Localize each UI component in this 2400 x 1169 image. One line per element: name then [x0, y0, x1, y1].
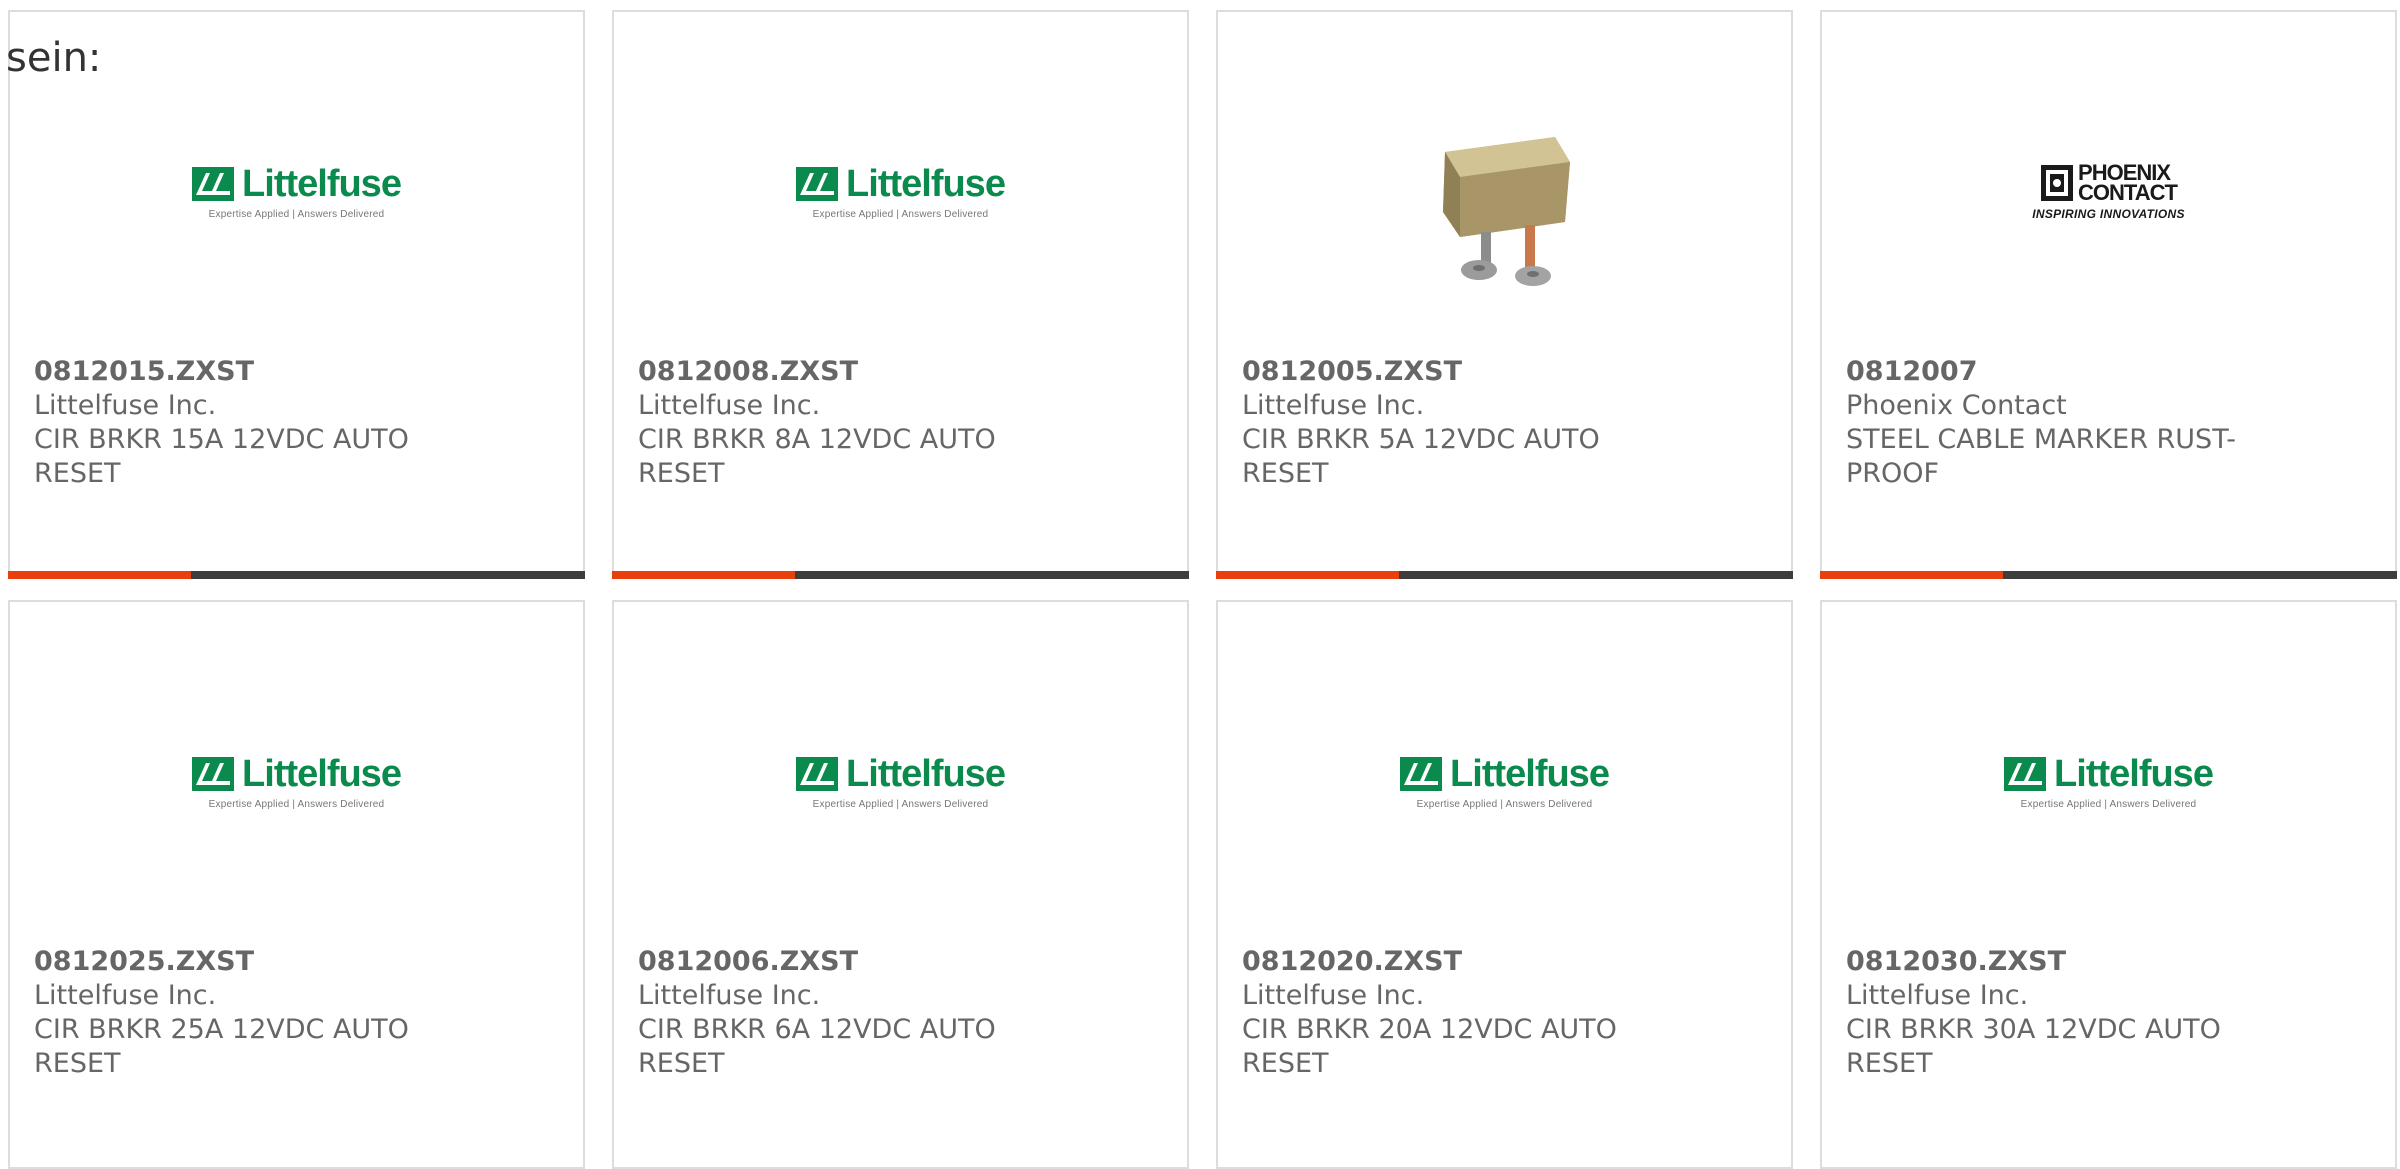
circuit-breaker-photo — [1404, 92, 1605, 292]
product-info: 0812030.ZXST Littelfuse Inc. CIR BRKR 30… — [1846, 945, 2266, 1081]
manufacturer: Littelfuse Inc. — [34, 390, 217, 421]
part-number[interactable]: 0812007 — [1846, 355, 2266, 389]
description: CIR BRKR 20A 12VDC AUTO RESET — [1242, 1014, 1617, 1079]
product-info: 0812006.ZXST Littelfuse Inc. CIR BRKR 6A… — [638, 945, 1058, 1081]
description: CIR BRKR 25A 12VDC AUTO RESET — [34, 1014, 409, 1079]
description: STEEL CABLE MARKER RUST-PROOF — [1846, 424, 2236, 489]
description: CIR BRKR 5A 12VDC AUTO RESET — [1242, 424, 1600, 489]
product-card[interactable]: Littelfuse Expertise Applied | Answers D… — [612, 600, 1189, 1169]
product-image[interactable]: Littelfuse Expertise Applied | Answers D… — [1822, 672, 2395, 892]
product-info: 0812015.ZXST Littelfuse Inc. CIR BRKR 15… — [34, 355, 454, 491]
product-card[interactable]: Littelfuse Expertise Applied | Answers D… — [1820, 600, 2397, 1169]
littelfuse-logo: Littelfuse Expertise Applied | Answers D… — [796, 755, 1006, 810]
littelfuse-logo: Littelfuse Expertise Applied | Answers D… — [2004, 755, 2214, 810]
product-image[interactable]: PHOENIX CONTACT INSPIRING INNOVATIONS — [1822, 82, 2395, 302]
product-card[interactable]: 0812005.ZXST Littelfuse Inc. CIR BRKR 5A… — [1216, 10, 1793, 579]
card-bottom-bar — [8, 571, 585, 579]
manufacturer: Littelfuse Inc. — [638, 980, 821, 1011]
part-number[interactable]: 0812006.ZXST — [638, 945, 1058, 979]
part-number[interactable]: 0812015.ZXST — [34, 355, 454, 389]
product-image[interactable]: Littelfuse Expertise Applied | Answers D… — [614, 82, 1187, 302]
littelfuse-mark-icon — [192, 756, 235, 791]
manufacturer: Littelfuse Inc. — [34, 980, 217, 1011]
littelfuse-mark-icon — [2004, 756, 2047, 791]
product-info: 0812005.ZXST Littelfuse Inc. CIR BRKR 5A… — [1242, 355, 1662, 491]
product-image[interactable]: Littelfuse Expertise Applied | Answers D… — [1218, 672, 1791, 892]
card-bottom-bar — [1216, 571, 1793, 579]
part-number[interactable]: 0812020.ZXST — [1242, 945, 1662, 979]
product-card[interactable]: Littelfuse Expertise Applied | Answers D… — [1216, 600, 1793, 1169]
description: CIR BRKR 8A 12VDC AUTO RESET — [638, 424, 996, 489]
phoenix-contact-logo: PHOENIX CONTACT INSPIRING INNOVATIONS — [2032, 160, 2185, 222]
littelfuse-mark-icon — [192, 166, 235, 201]
product-card[interactable]: Littelfuse Expertise Applied | Answers D… — [8, 10, 585, 579]
description: CIR BRKR 15A 12VDC AUTO RESET — [34, 424, 409, 489]
phoenix-mark-icon — [2041, 165, 2074, 201]
part-number[interactable]: 0812008.ZXST — [638, 355, 1058, 389]
product-image[interactable]: Littelfuse Expertise Applied | Answers D… — [10, 672, 583, 892]
product-image[interactable] — [1218, 82, 1791, 302]
manufacturer: Littelfuse Inc. — [1242, 980, 1425, 1011]
product-info: 0812008.ZXST Littelfuse Inc. CIR BRKR 8A… — [638, 355, 1058, 491]
manufacturer: Littelfuse Inc. — [1242, 390, 1425, 421]
littelfuse-logo: Littelfuse Expertise Applied | Answers D… — [192, 755, 402, 810]
part-number[interactable]: 0812005.ZXST — [1242, 355, 1662, 389]
part-number[interactable]: 0812030.ZXST — [1846, 945, 2266, 979]
card-bottom-bar — [1820, 571, 2397, 579]
manufacturer: Littelfuse Inc. — [1846, 980, 2029, 1011]
manufacturer: Littelfuse Inc. — [638, 390, 821, 421]
product-image[interactable]: Littelfuse Expertise Applied | Answers D… — [614, 672, 1187, 892]
littelfuse-logo: Littelfuse Expertise Applied | Answers D… — [796, 165, 1006, 220]
product-info: 0812007 Phoenix Contact STEEL CABLE MARK… — [1846, 355, 2266, 491]
littelfuse-logo: Littelfuse Expertise Applied | Answers D… — [1400, 755, 1610, 810]
littelfuse-mark-icon — [1400, 756, 1443, 791]
card-bottom-bar — [612, 571, 1189, 579]
description: CIR BRKR 6A 12VDC AUTO RESET — [638, 1014, 996, 1079]
littelfuse-mark-icon — [796, 166, 839, 201]
product-card[interactable]: PHOENIX CONTACT INSPIRING INNOVATIONS 08… — [1820, 10, 2397, 579]
product-info: 0812020.ZXST Littelfuse Inc. CIR BRKR 20… — [1242, 945, 1662, 1081]
description: CIR BRKR 30A 12VDC AUTO RESET — [1846, 1014, 2221, 1079]
littelfuse-mark-icon — [796, 756, 839, 791]
littelfuse-logo: Littelfuse Expertise Applied | Answers D… — [192, 165, 402, 220]
product-image[interactable]: Littelfuse Expertise Applied | Answers D… — [10, 82, 583, 302]
product-card[interactable]: Littelfuse Expertise Applied | Answers D… — [612, 10, 1189, 579]
part-number[interactable]: 0812025.ZXST — [34, 945, 454, 979]
manufacturer: Phoenix Contact — [1846, 390, 2067, 421]
product-card[interactable]: Littelfuse Expertise Applied | Answers D… — [8, 600, 585, 1169]
product-info: 0812025.ZXST Littelfuse Inc. CIR BRKR 25… — [34, 945, 454, 1081]
lead-text: sein: — [6, 35, 102, 81]
